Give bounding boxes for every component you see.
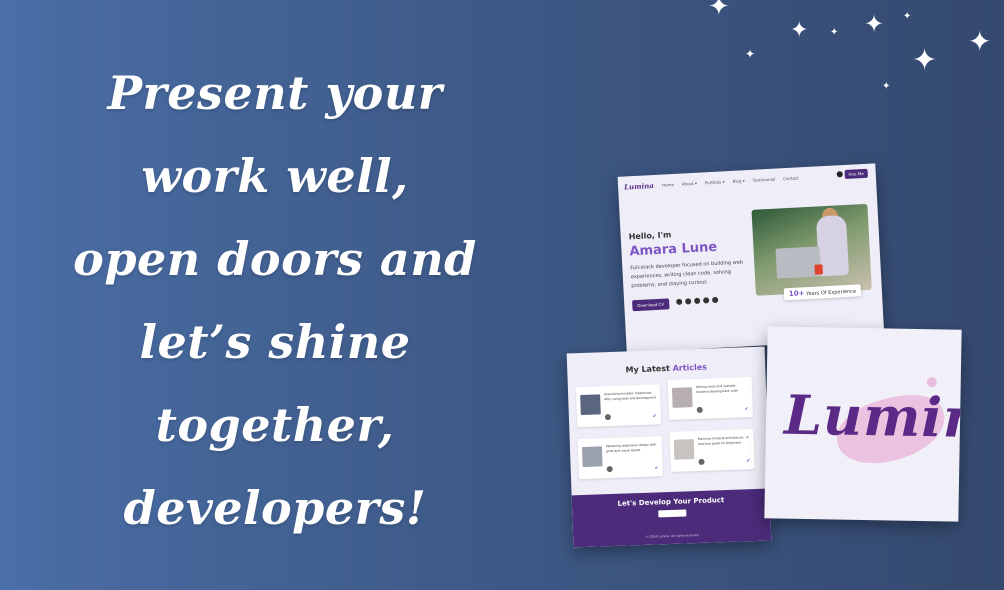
articles-preview-card: My Latest Articles Essential principles:… bbox=[566, 346, 772, 548]
nav-item-home: Home bbox=[661, 181, 674, 188]
nav-item-testimonial: Testimonial bbox=[752, 176, 776, 183]
author-avatar bbox=[698, 458, 705, 465]
sparkle-icon: ✦ bbox=[790, 18, 809, 43]
articles-title-highlight: Articles bbox=[672, 362, 708, 373]
download-cv-button: Download CV bbox=[632, 298, 670, 312]
articles-title: My Latest Articles bbox=[567, 361, 765, 377]
brand-logo: Lumina bbox=[623, 180, 655, 192]
headline: Present your work well, open doors and l… bbox=[60, 52, 490, 550]
headline-line: developers! bbox=[123, 481, 427, 535]
author-avatar bbox=[696, 406, 703, 414]
check-icon: ✔ bbox=[652, 413, 658, 420]
headline-line: together, bbox=[155, 398, 395, 452]
nav-item-contact: Contact bbox=[783, 175, 799, 182]
article-thumbnail bbox=[580, 394, 601, 416]
headline-line: Present your bbox=[107, 66, 443, 120]
hero-preview-card: Lumina Home About ▾ Portfolio ▾ Blog ▾ T… bbox=[617, 163, 885, 353]
developer-name: Amara Lune bbox=[629, 239, 718, 260]
sparkle-icon: ✦ bbox=[903, 11, 912, 22]
sparkle-icon: ✦ bbox=[708, 0, 730, 22]
cta-button bbox=[658, 509, 687, 518]
experience-number: 10+ bbox=[788, 289, 805, 299]
linkedin-icon bbox=[685, 298, 692, 305]
article-card: Essential principles: responsive, APIs, … bbox=[575, 384, 662, 428]
mail-icon bbox=[711, 296, 719, 304]
experience-label: Years Of Experience bbox=[806, 288, 857, 298]
logo-preview-card: Lumina bbox=[764, 326, 962, 522]
sparkle-icon: ✦ bbox=[745, 47, 756, 61]
nav-bar: Home About ▾ Portfolio ▾ Blog ▾ Testimon… bbox=[662, 175, 799, 187]
article-title: Mastering responsive design with grids a… bbox=[605, 442, 657, 453]
headline-line: work well, bbox=[141, 149, 409, 203]
developer-bio: Full-stack developer focused on building… bbox=[630, 259, 744, 290]
dribbble-icon bbox=[703, 297, 710, 304]
article-thumbnail bbox=[673, 439, 695, 460]
greeting: Hello, I'm bbox=[628, 230, 672, 242]
sparkle-icon: ✦ bbox=[864, 10, 885, 38]
article-thumbnail bbox=[581, 446, 603, 468]
nav-item-blog: Blog ▾ bbox=[732, 178, 745, 184]
nav-item-portfolio: Portfolio ▾ bbox=[704, 179, 725, 186]
github-icon bbox=[676, 298, 683, 305]
hire-me-button: Hire Me bbox=[844, 168, 868, 179]
article-thumbnail bbox=[671, 387, 693, 408]
theme-toggle-icon bbox=[836, 171, 843, 178]
facebook-icon bbox=[694, 297, 701, 305]
headline-line: let’s shine bbox=[139, 315, 411, 369]
author-avatar bbox=[604, 414, 612, 421]
article-title: Planning frontend architecture - A pract… bbox=[697, 435, 749, 446]
check-icon: ✔ bbox=[744, 406, 749, 413]
article-card: Writing clean and scalable frontend deve… bbox=[667, 377, 754, 420]
sparkle-icon: ✦ bbox=[912, 43, 938, 78]
sparkle-icon: ✦ bbox=[882, 81, 891, 92]
article-card: Mastering responsive design with grids a… bbox=[577, 436, 664, 480]
check-icon: ✔ bbox=[746, 458, 751, 465]
articles-title-prefix: My Latest bbox=[625, 363, 670, 375]
author-avatar bbox=[606, 465, 613, 473]
headline-line: open doors and bbox=[73, 232, 477, 286]
sparkle-icon: ✦ bbox=[830, 27, 839, 38]
sparkle-icon: ✦ bbox=[968, 25, 992, 58]
social-links bbox=[676, 296, 719, 305]
experience-badge: 10+ Years Of Experience bbox=[783, 284, 862, 301]
check-icon: ✔ bbox=[654, 465, 659, 472]
article-title: Essential principles: responsive, APIs, … bbox=[604, 390, 657, 401]
lumina-logo: Lumina bbox=[783, 382, 962, 451]
article-title: Writing clean and scalable frontend deve… bbox=[695, 383, 738, 394]
nav-item-about: About ▾ bbox=[681, 180, 698, 187]
article-card: Planning frontend architecture - A pract… bbox=[669, 429, 755, 472]
photo-cup bbox=[814, 264, 823, 275]
developer-photo bbox=[751, 203, 872, 296]
